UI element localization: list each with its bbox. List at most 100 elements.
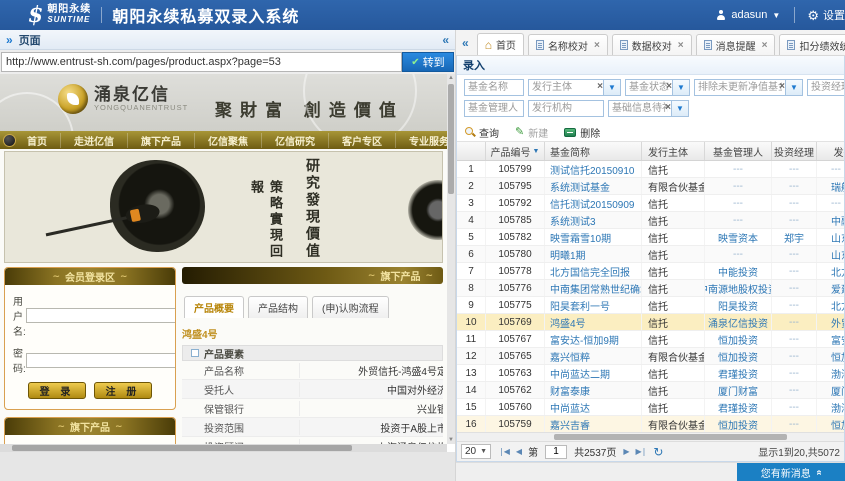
tab-数据校对[interactable]: 数据校对×	[612, 34, 692, 55]
filter-input[interactable]	[608, 100, 672, 117]
cell-name-link[interactable]: 富安达-恒加9期	[545, 331, 642, 347]
table-row[interactable]: 14105762财富泰康信托厦门财富---厦门	[457, 382, 844, 399]
cell-name-link[interactable]: 测试信托20150910	[545, 161, 642, 177]
cell-name-link[interactable]: 中尚蓝达二期	[545, 365, 642, 381]
site-nav-item[interactable]: 亿信聚焦	[195, 133, 262, 148]
table-row[interactable]: 16105759嘉兴吉睿有限合伙基金恒加投资---恒加	[457, 416, 844, 433]
login-button[interactable]: 登 录	[28, 382, 86, 399]
page-number-input[interactable]	[545, 445, 567, 459]
collapse-tabs-icon[interactable]: «	[462, 36, 469, 50]
close-icon[interactable]: ×	[762, 40, 768, 51]
table-row[interactable]: 1105799测试信托20150910信托---------	[457, 161, 844, 178]
cell-name-link[interactable]: 中尚蓝达	[545, 399, 642, 415]
table-row[interactable]: 4105785系统测试3信托------中融	[457, 212, 844, 229]
cell-name-link[interactable]: 财富泰康	[545, 382, 642, 398]
grid-header-org[interactable]: 发行机构	[817, 142, 844, 160]
page-size-select[interactable]: 20 ▼	[461, 444, 491, 459]
close-icon[interactable]: ×	[678, 40, 684, 51]
search-button[interactable]: 查询	[465, 125, 499, 140]
table-row[interactable]: 13105763中尚蓝达二期信托君瑾投资---渤海	[457, 365, 844, 382]
site-nav-item[interactable]: 首页	[14, 133, 61, 148]
scroll-up-icon[interactable]: ▲	[447, 74, 455, 82]
filter-input[interactable]	[528, 79, 604, 96]
site-nav-item[interactable]: 走进亿信	[61, 133, 128, 148]
dropdown-arrow-icon[interactable]: ▼	[604, 79, 621, 96]
table-row[interactable]: 10105769鸿盛4号信托涌泉亿信投资---外贸	[457, 314, 844, 331]
filter-input[interactable]	[807, 79, 845, 96]
next-page-button[interactable]: ▶	[623, 447, 628, 456]
grid-header-issuer[interactable]: 发行主体	[642, 142, 705, 160]
collapse-left-icon[interactable]: «	[442, 33, 449, 47]
horizontal-scroll-thumb[interactable]	[12, 445, 352, 451]
grid-header-pm[interactable]: 投资经理	[772, 142, 817, 160]
create-button[interactable]: ✎ 新建	[515, 125, 548, 140]
clear-icon[interactable]: ×	[779, 82, 785, 92]
grid-header-manager[interactable]: 基金管理人	[705, 142, 772, 160]
go-button[interactable]: ✔ 转到	[402, 52, 454, 72]
table-row[interactable]: 9105775阳昊套利一号信托阳昊投资---北方	[457, 297, 844, 314]
product-tab[interactable]: 产品结构	[248, 296, 308, 318]
webpage-vertical-scrollbar[interactable]: ▲ ▼	[447, 74, 455, 444]
first-page-button[interactable]: ❘◀	[498, 447, 509, 456]
dropdown-arrow-icon[interactable]: ▼	[672, 100, 689, 117]
cell-name-link[interactable]: 映雪霜雪10期	[545, 229, 642, 245]
grid-horizontal-scrollbar[interactable]	[457, 432, 844, 441]
table-row[interactable]: 2105795系统测试基金有限合伙基金------瑞航	[457, 178, 844, 195]
checkbox-icon[interactable]	[191, 349, 199, 357]
cell-name-link[interactable]: 北方国信完全回报	[545, 263, 642, 279]
dropdown-arrow-icon[interactable]: ▼	[673, 79, 690, 96]
cell-name-link[interactable]: 阳昊套利一号	[545, 297, 642, 313]
cell-name-link[interactable]: 系统测试基金	[545, 178, 642, 194]
tab-首页[interactable]: ⌂首页	[477, 33, 524, 55]
grid-header-name[interactable]: 基金简称	[545, 142, 642, 160]
table-row[interactable]: 6105780明曦1期信托------山东	[457, 246, 844, 263]
clear-icon[interactable]: ×	[665, 103, 671, 113]
cell-name-link[interactable]: 鸿盛4号	[545, 314, 642, 330]
scroll-down-icon[interactable]: ▼	[447, 436, 455, 444]
product-tab[interactable]: 产品概要	[184, 296, 244, 318]
tab-扣分绩效统计[interactable]: 扣分绩效统计×	[779, 34, 845, 55]
grid-scroll-thumb[interactable]	[554, 434, 787, 440]
filter-input[interactable]	[464, 79, 524, 96]
table-row[interactable]: 11105767富安达-恒加9期信托恒加投资---富安	[457, 331, 844, 348]
tab-消息提醒[interactable]: 消息提醒×	[696, 34, 776, 55]
filter-input[interactable]	[694, 79, 786, 96]
password-field[interactable]	[26, 353, 176, 368]
register-button[interactable]: 注 册	[94, 382, 152, 399]
cell-name-link[interactable]: 信托测试20150909	[545, 195, 642, 211]
vertical-scroll-thumb[interactable]	[448, 84, 454, 194]
clear-icon[interactable]: ×	[597, 82, 603, 92]
cell-name-link[interactable]: 中南集团常熟世纪确城	[545, 280, 642, 296]
cell-name-link[interactable]: 系统测试3	[545, 212, 642, 228]
filter-input[interactable]	[528, 100, 604, 117]
table-row[interactable]: 3105792信托测试20150909信托---------	[457, 195, 844, 212]
cell-name-link[interactable]: 明曦1期	[545, 246, 642, 262]
close-icon[interactable]: ×	[594, 40, 600, 51]
tab-名称校对[interactable]: 名称校对×	[528, 34, 608, 55]
reload-icon[interactable]: ↻	[653, 445, 663, 459]
settings-button[interactable]: ⚙ 设置	[807, 7, 845, 23]
product-tab[interactable]: (申)认购流程	[312, 296, 389, 318]
webpage-horizontal-scrollbar[interactable]	[0, 444, 447, 452]
username-field[interactable]	[26, 308, 176, 323]
site-nav-item[interactable]: 旗下产品	[128, 133, 195, 148]
site-nav-item[interactable]: 客户专区	[329, 133, 396, 148]
last-page-button[interactable]: ▶❘	[635, 447, 646, 456]
cell-name-link[interactable]: 嘉兴恒粹	[545, 348, 642, 364]
delete-button[interactable]: 删除	[564, 125, 600, 140]
expand-icon[interactable]: »	[6, 33, 13, 47]
new-message-button[interactable]: 您有新消息 «	[737, 463, 845, 481]
url-input[interactable]	[1, 52, 402, 72]
table-row[interactable]: 5105782映雪霜雪10期信托映雪资本郑宇山东	[457, 229, 844, 246]
prev-page-button[interactable]: ◀	[516, 447, 521, 456]
table-row[interactable]: 15105760中尚蓝达信托君瑾投资---渤海	[457, 399, 844, 416]
site-nav-item[interactable]: 专业服务	[396, 133, 447, 148]
user-menu[interactable]: adasun ▼	[716, 9, 780, 21]
grid-header-code[interactable]: 产品编号▼	[486, 142, 545, 160]
table-row[interactable]: 7105778北方国信完全回报信托中能投资---北方	[457, 263, 844, 280]
table-row[interactable]: 8105776中南集团常熟世纪确城信托中南源地股权投资---爱建	[457, 280, 844, 297]
dropdown-arrow-icon[interactable]: ▼	[786, 79, 803, 96]
filter-input[interactable]	[464, 100, 524, 117]
table-row[interactable]: 12105765嘉兴恒粹有限合伙基金恒加投资---恒加	[457, 348, 844, 365]
cell-name-link[interactable]: 嘉兴吉睿	[545, 416, 642, 432]
